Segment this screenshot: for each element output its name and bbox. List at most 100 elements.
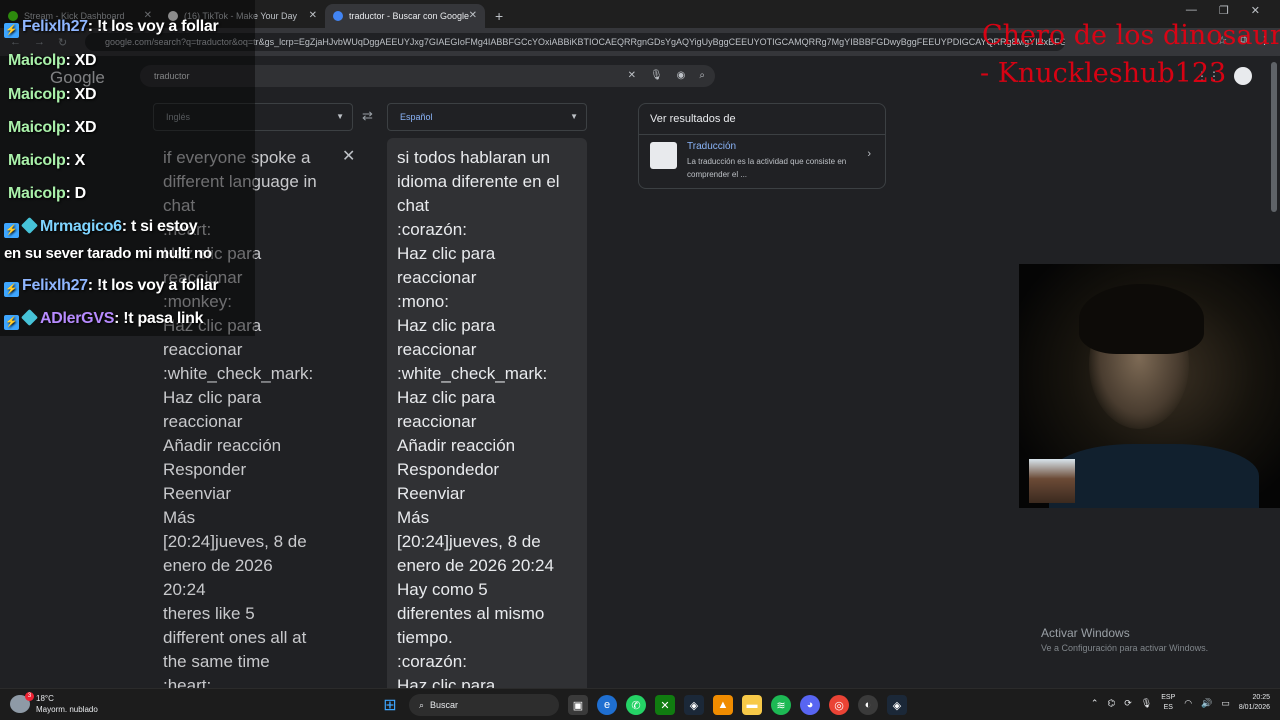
clock-date: 8/01/2026	[1238, 704, 1270, 711]
result-item[interactable]: Traducción La traducción es la actividad…	[639, 135, 885, 187]
steam-icon[interactable]: ◈	[684, 695, 704, 715]
tab-google[interactable]: traductor - Buscar con Google ✕	[325, 4, 485, 28]
chat-message: Maicolp: XD	[8, 86, 97, 104]
translated-text: si todos hablaran un idioma diferente en…	[397, 148, 560, 695]
obs-icon[interactable]: ◐	[858, 695, 878, 715]
chat-username: Maicolp	[8, 86, 66, 103]
chrome-icon[interactable]: ◎	[829, 695, 849, 715]
vlc-icon[interactable]: ▲	[713, 695, 733, 715]
battery-icon[interactable]: ▭	[1221, 698, 1230, 709]
chat-message: Maicolp: X	[8, 152, 85, 170]
clear-text-icon[interactable]: ✕	[342, 146, 355, 166]
swap-languages-icon[interactable]: ⇄	[362, 108, 373, 124]
stream-chat-overlay: ⚡ Felixlh27: !t los voy a follar Maicolp:…	[0, 0, 255, 336]
chat-text: : !t los voy a follar	[87, 18, 219, 35]
discord-icon[interactable]: ◕	[800, 695, 820, 715]
chat-username: Maicolp	[8, 119, 66, 136]
translation-output: si todos hablaran un idioma diferente en…	[387, 138, 587, 698]
network-icon[interactable]: ⌬	[1107, 698, 1115, 709]
chevron-right-icon[interactable]: ›	[867, 148, 871, 160]
gem-badge-icon	[21, 309, 38, 326]
chat-text: : t si estoy	[121, 218, 198, 235]
close-icon[interactable]: ✕	[469, 10, 477, 21]
weather-widget[interactable]: 3 18°C Mayorm. nublado	[10, 692, 98, 715]
whatsapp-icon[interactable]: ✆	[626, 695, 646, 715]
google-icon	[333, 11, 343, 21]
target-language-select[interactable]: Español ▼	[387, 103, 587, 131]
weather-temp: 18°C	[36, 694, 54, 703]
see-results-card: Ver resultados de Traducción La traducci…	[638, 103, 886, 189]
chat-username: Mrmagico6	[40, 218, 122, 235]
weather-desc: Mayorm. nublado	[36, 705, 98, 714]
chat-message: Maicolp: D	[8, 185, 86, 203]
activation-title: Activar Windows	[1041, 626, 1130, 640]
steam-app-icon[interactable]: ◈	[887, 695, 907, 715]
overlay-title-line2: - Knuckleshub123	[980, 58, 1227, 89]
result-thumbnail	[650, 142, 677, 169]
windows-activation-watermark: Activar Windows Ve a Configuración para …	[1041, 626, 1208, 653]
result-title[interactable]: Traducción	[687, 141, 736, 152]
chat-message: Maicolp: XD	[8, 52, 97, 70]
chevron-up-icon[interactable]: ⌃	[1091, 698, 1099, 709]
lens-icon[interactable]: ◉	[677, 65, 686, 87]
new-tab-button[interactable]: +	[495, 8, 503, 24]
chat-text: : XD	[65, 86, 97, 103]
verified-badge-icon: ⚡	[4, 23, 19, 38]
verified-badge-icon: ⚡	[4, 315, 19, 330]
taskbar-search[interactable]: ⌕ Buscar	[409, 694, 559, 716]
input-language[interactable]: ESP ES	[1161, 693, 1175, 713]
chat-username: Maicolp	[8, 152, 66, 169]
chat-text: : X	[65, 152, 86, 169]
webcam-hair	[1079, 284, 1204, 354]
task-view-icon[interactable]: ▣	[568, 695, 588, 715]
chat-text: : !t pasa link	[114, 310, 204, 327]
overlay-title-line1: Chero de los dinosaurs	[982, 20, 1280, 51]
close-window-icon[interactable]: ✕	[1251, 4, 1260, 17]
chat-message-continued: en su sever tarado mi multi no	[4, 245, 212, 262]
chat-text: : !t los voy a follar	[87, 277, 219, 294]
weather-badge: 3	[25, 692, 34, 701]
folder-icon[interactable]: ▬	[742, 695, 762, 715]
webcam-feed	[1019, 264, 1280, 508]
tab-title: traductor - Buscar con Google	[349, 11, 470, 21]
search-icon: ⌕	[419, 700, 425, 710]
verified-badge-icon: ⚡	[4, 223, 19, 238]
chat-text: : D	[65, 185, 86, 202]
page-scrollbar[interactable]	[1271, 62, 1277, 212]
result-description: La traducción es la actividad que consis…	[687, 157, 847, 179]
screen: Stream - Kick Dashboard ✕ (16) TikTok - …	[0, 0, 1280, 720]
chat-username: Felixlh27	[22, 18, 88, 35]
avatar[interactable]	[1234, 67, 1252, 85]
windows-start-icon[interactable]: ⊞	[380, 695, 400, 715]
chat-username: Maicolp	[8, 52, 66, 69]
chat-text: : XD	[65, 52, 97, 69]
lang-bottom: ES	[1163, 704, 1173, 711]
sync-icon[interactable]: ⟳	[1124, 698, 1132, 709]
results-heading: Ver resultados de	[639, 104, 885, 135]
system-clock[interactable]: 20:25 8/01/2026	[1239, 693, 1270, 713]
wifi-icon[interactable]: ◠	[1184, 698, 1192, 709]
verified-badge-icon: ⚡	[4, 282, 19, 297]
system-tray: ⌃ ⌬ ⟳ 🎙 ESP ES ◠ 🔊 ▭ 20:25 8/01/2026	[1091, 693, 1270, 713]
minimize-icon[interactable]: —	[1186, 4, 1197, 17]
edge-icon[interactable]: e	[597, 695, 617, 715]
spotify-icon[interactable]: ≋	[771, 695, 791, 715]
chat-message: ⚡ ADlerGVS: !t pasa link	[4, 309, 204, 330]
maximize-icon[interactable]: ❐	[1219, 4, 1229, 17]
caret-down-icon: ▼	[570, 112, 578, 121]
mic-tray-icon[interactable]: 🎙	[1141, 698, 1152, 709]
chat-username: Maicolp	[8, 185, 66, 202]
chat-username: Felixlh27	[22, 277, 88, 294]
close-icon[interactable]: ✕	[309, 10, 317, 21]
chat-message: ⚡ Felixlh27: !t los voy a follar	[4, 18, 219, 38]
search-actions: ✕ 🎙 ◉ ⌕	[628, 65, 705, 87]
search-icon[interactable]: ⌕	[699, 65, 705, 87]
clear-icon[interactable]: ✕	[628, 65, 636, 87]
mic-icon[interactable]: 🎙	[650, 65, 663, 87]
webcam-person	[1049, 444, 1259, 508]
caret-down-icon: ▼	[336, 112, 344, 121]
lang-top: ESP	[1161, 694, 1176, 701]
chat-text: : XD	[65, 119, 97, 136]
xbox-icon[interactable]: ✕	[655, 695, 675, 715]
volume-icon[interactable]: 🔊	[1201, 698, 1212, 709]
